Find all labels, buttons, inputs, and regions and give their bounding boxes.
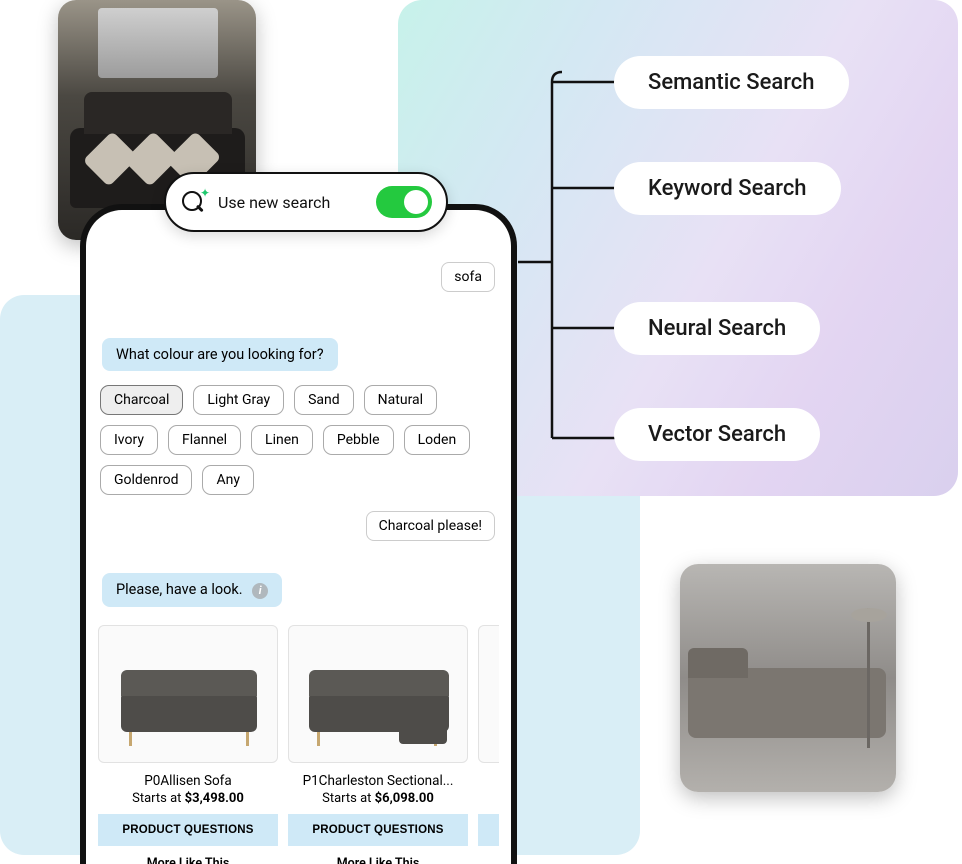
- search-toggle-switch[interactable]: [376, 186, 432, 218]
- product-card[interactable]: P1Charleston Sectional... Starts at $6,0…: [288, 625, 468, 864]
- color-chip[interactable]: Flannel: [168, 425, 241, 455]
- user-message: Charcoal please!: [366, 511, 495, 541]
- product-name: P0Allisen Sofa: [98, 773, 278, 789]
- product-questions-button[interactable]: PRODUCT QUESTIONS: [288, 814, 468, 846]
- product-photo-grey-sofa: [680, 564, 896, 792]
- sparkle-icon: ✦: [200, 186, 210, 200]
- color-chip[interactable]: Charcoal: [100, 385, 183, 415]
- product-card[interactable]: P2Alli S P: [478, 625, 499, 864]
- color-chip[interactable]: Light Gray: [193, 385, 284, 415]
- search-toggle-pill: ✦ Use new search: [164, 172, 448, 232]
- search-type-keyword[interactable]: Keyword Search: [614, 162, 841, 215]
- more-like-this-link[interactable]: More Like This: [98, 856, 278, 864]
- color-chip[interactable]: Sand: [294, 385, 354, 415]
- product-image: [98, 625, 278, 763]
- more-like-this-link[interactable]: More Like This: [288, 856, 468, 864]
- product-name: P1Charleston Sectional...: [288, 773, 468, 789]
- product-price: Starts at $3,498.00: [98, 791, 278, 806]
- color-chip[interactable]: Natural: [364, 385, 437, 415]
- product-image: [478, 625, 499, 763]
- user-message: sofa: [441, 262, 495, 292]
- bot-message: Please, have a look. i: [102, 573, 282, 607]
- product-card[interactable]: P0Allisen Sofa Starts at $3,498.00 PRODU…: [98, 625, 278, 864]
- color-chip[interactable]: Goldenrod: [100, 465, 192, 495]
- phone-frame: sofa What colour are you looking for? Ch…: [80, 204, 517, 864]
- color-chip[interactable]: Linen: [251, 425, 313, 455]
- product-price: Starts at $6,098.00: [288, 791, 468, 806]
- product-image: [288, 625, 468, 763]
- bot-message: What colour are you looking for?: [102, 338, 338, 371]
- product-questions-button[interactable]: P: [478, 814, 499, 846]
- product-name: P2Alli: [478, 773, 499, 789]
- chat-screen: sofa What colour are you looking for? Ch…: [86, 210, 511, 864]
- color-chip[interactable]: Any: [202, 465, 254, 495]
- color-chip[interactable]: Ivory: [100, 425, 158, 455]
- color-chip[interactable]: Loden: [404, 425, 471, 455]
- color-chip[interactable]: Pebble: [323, 425, 394, 455]
- search-type-vector[interactable]: Vector Search: [614, 408, 820, 461]
- bot-message-text: Please, have a look.: [116, 581, 243, 598]
- product-questions-button[interactable]: PRODUCT QUESTIONS: [98, 814, 278, 846]
- search-toggle-label: Use new search: [218, 193, 364, 212]
- info-icon[interactable]: i: [252, 583, 268, 599]
- product-price: S: [478, 791, 499, 806]
- color-chip-row: Charcoal Light Gray Sand Natural Ivory Flanne…: [98, 381, 499, 499]
- search-type-neural[interactable]: Neural Search: [614, 302, 820, 355]
- product-row: P0Allisen Sofa Starts at $3,498.00 PRODU…: [98, 617, 499, 864]
- search-type-semantic[interactable]: Semantic Search: [614, 56, 849, 109]
